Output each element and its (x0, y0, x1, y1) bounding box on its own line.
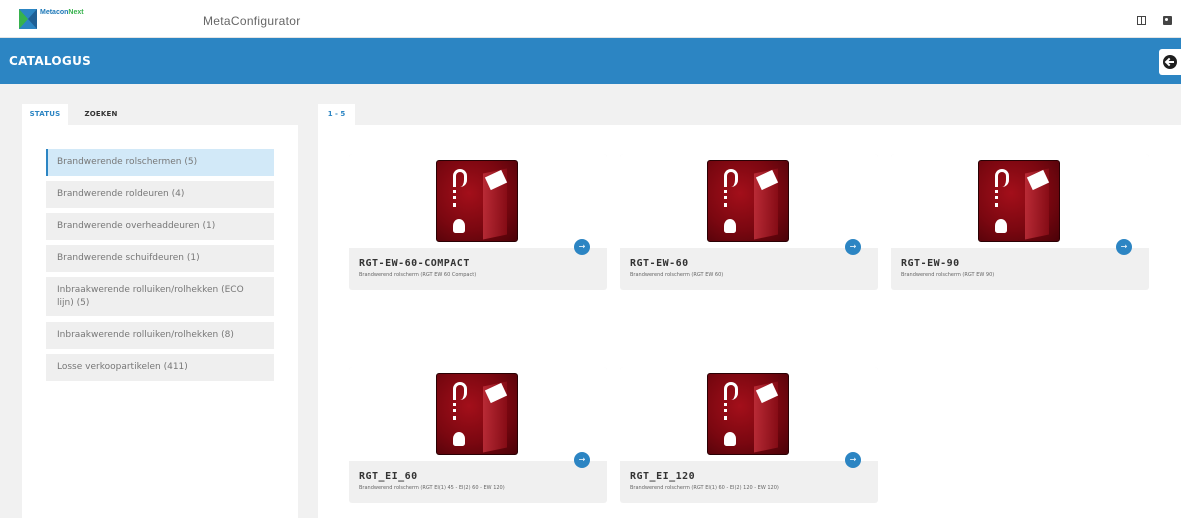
back-button[interactable] (1159, 49, 1181, 75)
product-image (707, 373, 789, 455)
product-title: RGT_EI_120 (630, 471, 696, 482)
product-image (436, 160, 518, 242)
app-title: MetaConfigurator (203, 14, 301, 28)
product-image (707, 160, 789, 242)
product-grid: → RGT-EW-60-COMPACT Brandwerend rolscher… (318, 125, 1181, 518)
category-panel: STATUS ZOEKEN Brandwerende rolschermen (… (22, 104, 298, 518)
tab-status[interactable]: STATUS (22, 104, 68, 125)
top-bar: MetaconNext MetaConfigurator (0, 0, 1181, 38)
product-title: RGT-EW-60 (630, 258, 689, 269)
category-item-brandwerende-rolschermen[interactable]: Brandwerende rolschermen (5) (46, 149, 274, 176)
product-image-area (620, 154, 878, 248)
product-subtitle: Brandwerend rolscherm (RGT EI(1) 45 - EI… (359, 485, 505, 491)
product-subtitle: Brandwerend rolscherm (RGT EW 60) (630, 272, 724, 278)
product-image-area (620, 367, 878, 461)
product-image (978, 160, 1060, 242)
arrow-right-circle-icon[interactable]: → (574, 452, 590, 468)
product-subtitle: Brandwerend rolscherm (RGT EW 60 Compact… (359, 272, 477, 278)
product-title: RGT-EW-60-COMPACT (359, 258, 470, 269)
page-title: CATALOGUS (9, 54, 92, 68)
product-subtitle: Brandwerend rolscherm (RGT EI(1) 60 - EI… (630, 485, 779, 491)
category-list: Brandwerende rolschermen (5) Brandwerend… (22, 125, 298, 518)
product-image-area (349, 367, 607, 461)
product-card[interactable]: → RGT_EI_60 Brandwerend rolscherm (RGT E… (349, 367, 607, 503)
metacon-logo-icon[interactable] (19, 9, 37, 29)
category-item-inbraakwerende-rolluiken[interactable]: Inbraakwerende rolluiken/rolhekken (8) (46, 322, 274, 349)
arrow-right-circle-icon[interactable]: → (1116, 239, 1132, 255)
product-image-area (891, 154, 1149, 248)
category-item-brandwerende-overheaddeuren[interactable]: Brandwerende overheaddeuren (1) (46, 213, 274, 240)
category-item-brandwerende-schuifdeuren[interactable]: Brandwerende schuifdeuren (1) (46, 245, 274, 272)
arrow-left-circle-icon (1163, 55, 1177, 69)
product-card[interactable]: → RGT-EW-90 Brandwerend rolscherm (RGT E… (891, 154, 1149, 290)
user-icon[interactable] (1163, 16, 1172, 25)
arrow-right-circle-icon[interactable]: → (845, 239, 861, 255)
product-title: RGT_EI_60 (359, 471, 418, 482)
tab-page-range[interactable]: 1 - 5 (318, 104, 355, 125)
product-card[interactable]: → RGT-EW-60-COMPACT Brandwerend rolscher… (349, 154, 607, 290)
logo-text: MetaconNext (40, 9, 84, 16)
sidebar-toggle-icon[interactable] (1137, 16, 1146, 25)
product-card[interactable]: → RGT-EW-60 Brandwerend rolscherm (RGT E… (620, 154, 878, 290)
tab-zoeken[interactable]: ZOEKEN (78, 104, 124, 125)
product-title: RGT-EW-90 (901, 258, 960, 269)
category-item-inbraakwerende-eco-lijn[interactable]: Inbraakwerende rolluiken/rolhekken (ECO … (46, 277, 274, 316)
category-item-losse-verkoopartikelen[interactable]: Losse verkoopartikelen (411) (46, 354, 274, 381)
arrow-right-circle-icon[interactable]: → (574, 239, 590, 255)
product-image-area (349, 154, 607, 248)
arrow-right-circle-icon[interactable]: → (845, 452, 861, 468)
category-item-brandwerende-roldeuren[interactable]: Brandwerende roldeuren (4) (46, 181, 274, 208)
logo-text-next: Next (68, 9, 84, 16)
product-image (436, 373, 518, 455)
product-subtitle: Brandwerend rolscherm (RGT EW 90) (901, 272, 995, 278)
logo-text-metacon: Metacon (40, 9, 69, 16)
page-header: CATALOGUS (0, 38, 1181, 84)
product-card[interactable]: → RGT_EI_120 Brandwerend rolscherm (RGT … (620, 367, 878, 503)
